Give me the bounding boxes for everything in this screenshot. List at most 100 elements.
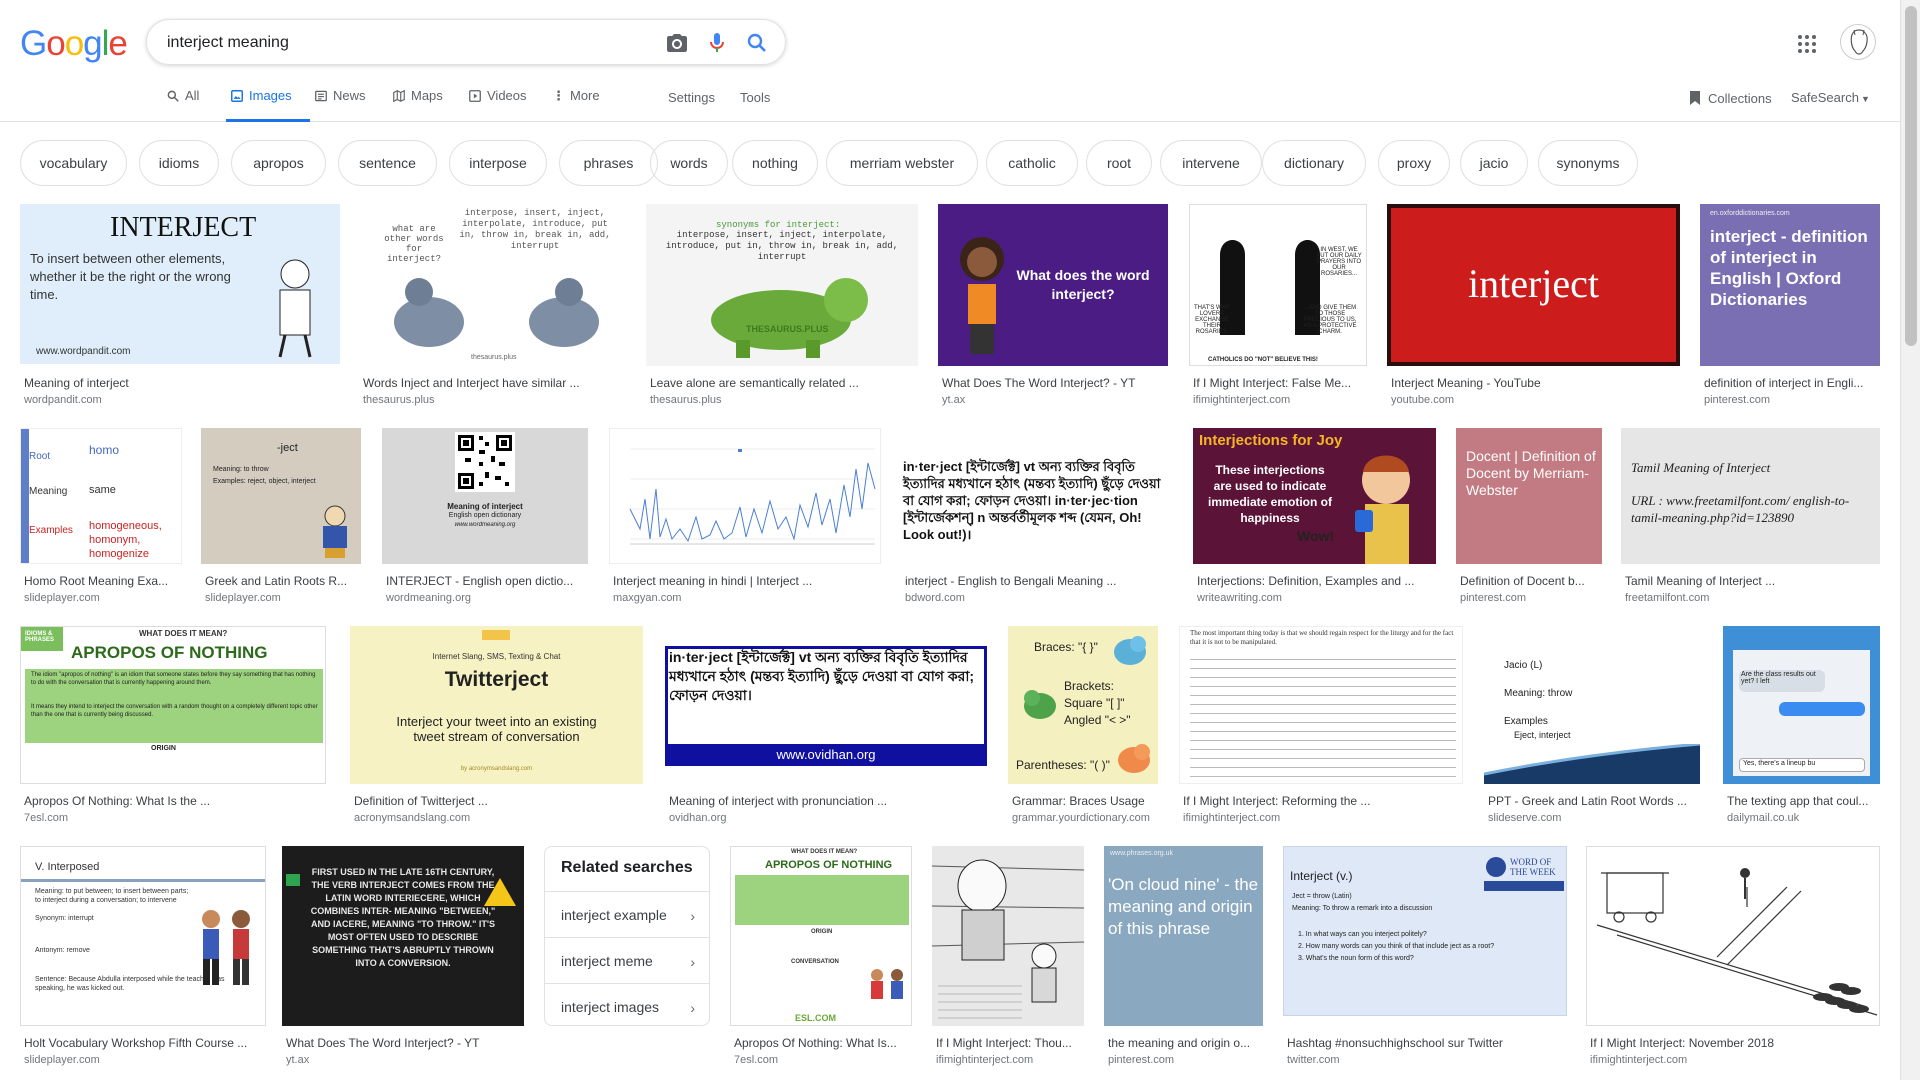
result-thumbnail: synonyms for interject: interpose, inser… [646,204,918,366]
result-thumbnail: -ject Meaning: to throw Examples: reject… [201,428,361,564]
related-search-item[interactable]: interject meme › [545,937,709,983]
result-source: wordmeaning.org [386,592,471,604]
search-icon[interactable] [745,31,769,55]
result-caption[interactable]: If I Might Interject: November 2018 [1590,1036,1880,1050]
apps-grid-icon[interactable] [1795,32,1819,56]
safesearch-label: SafeSearch [1791,90,1859,105]
search-box[interactable] [146,19,786,65]
result-caption[interactable]: Definition of Twitterject ... [354,794,643,808]
result-thumbnail: Interjections for Joy These interjection… [1193,428,1436,564]
result-caption[interactable]: Grammar: Braces Usage [1012,794,1158,808]
result-caption[interactable]: Holt Vocabulary Workshop Fifth Course ..… [24,1036,266,1050]
chip[interactable]: jacio [1460,140,1528,186]
result-thumbnail: WHAT DOES IT MEAN? APROPOS OF NOTHING OR… [730,846,912,1026]
tab-label: Maps [411,88,443,103]
result-caption[interactable]: Greek and Latin Roots R... [205,574,361,588]
result-caption[interactable]: Tamil Meaning of Interject ... [1625,574,1880,588]
result-thumbnail: Internet Slang, SMS, Texting & Chat Twit… [350,626,643,784]
chip[interactable]: sentence [338,140,437,186]
chip[interactable]: apropos [231,140,326,186]
chip[interactable]: words [650,140,728,186]
chip[interactable]: synonyms [1538,140,1638,186]
result-caption[interactable]: What Does The Word Interject? - YT [286,1036,524,1050]
result-caption[interactable]: If I Might Interject: Reforming the ... [1183,794,1463,808]
result-caption[interactable]: Leave alone are semantically related ... [650,376,918,390]
result-source: 7esl.com [734,1054,779,1066]
chip[interactable]: merriam webster [826,140,978,186]
result-source: slideplayer.com [205,592,281,604]
scrollbar-thumb[interactable] [1905,6,1917,346]
result-caption[interactable]: Interject meaning in hindi | Interject .… [613,574,881,588]
video-icon [469,90,481,102]
chip[interactable]: idioms [139,140,219,186]
tab-maps[interactable]: Maps [392,88,443,122]
result-caption[interactable]: Interject Meaning - YouTube [1391,376,1680,390]
result-caption[interactable]: Words Inject and Interject have similar … [363,376,625,390]
result-caption[interactable]: The texting app that coul... [1727,794,1880,808]
result-caption[interactable]: the meaning and origin o... [1108,1036,1263,1050]
result-caption[interactable]: Apropos Of Nothing: What Is... [734,1036,912,1050]
result-source: slideserve.com [1488,812,1562,824]
result-caption[interactable]: interject - English to Bengali Meaning .… [905,574,1173,588]
tab-label: Images [249,88,292,103]
result-caption[interactable]: Meaning of interject [24,376,340,390]
tab-videos[interactable]: Videos [468,88,527,122]
tab-news[interactable]: News [314,88,366,122]
result-source: ifimightinterject.com [1590,1054,1688,1066]
result-thumbnail: What does the word interject? [938,204,1168,366]
tab-label: News [333,88,366,103]
result-caption[interactable]: Meaning of interject with pronunciation … [669,794,987,808]
result-source: slideplayer.com [24,1054,100,1066]
result-caption[interactable]: Definition of Docent b... [1460,574,1602,588]
google-logo[interactable]: Google [20,24,128,64]
result-caption[interactable]: Interjections: Definition, Examples and … [1197,574,1436,588]
chip[interactable]: interpose [449,140,547,186]
map-icon [393,89,405,103]
tools-link[interactable]: Tools [740,90,770,105]
related-search-label: interject example [561,906,667,923]
result-caption[interactable]: If I Might Interject: Thou... [936,1036,1084,1050]
result-caption[interactable]: definition of interject in Engli... [1704,376,1880,390]
tab-more[interactable]: ⋮ More [552,88,600,122]
image-icon [231,90,243,102]
result-source: pinterest.com [1108,1054,1175,1066]
tab-images[interactable]: Images [226,88,310,122]
chip[interactable]: nothing [732,140,818,186]
result-thumbnail: Docent | Definition of Docent by Merriam… [1456,428,1602,564]
chip[interactable]: vocabulary [20,140,127,186]
result-caption[interactable]: Apropos Of Nothing: What Is the ... [24,794,326,808]
result-thumbnail: interject [1387,204,1680,366]
result-caption[interactable]: Homo Root Meaning Exa... [24,574,182,588]
result-caption[interactable]: If I Might Interject: False Me... [1193,376,1367,390]
related-search-item[interactable]: interject example › [545,891,709,937]
related-search-item[interactable]: interject images › [545,983,709,1029]
result-source: freetamilfont.com [1625,592,1710,604]
page-scrollbar[interactable] [1900,0,1920,1080]
safesearch-dropdown[interactable]: SafeSearch ▼ [1791,90,1870,105]
result-caption[interactable]: INTERJECT - English open dictio... [386,574,588,588]
search-input[interactable] [167,32,627,54]
settings-link[interactable]: Settings [668,90,715,105]
camera-icon[interactable] [665,31,689,55]
chip[interactable]: root [1086,140,1152,186]
result-caption[interactable]: What Does The Word Interject? - YT [942,376,1168,390]
result-source: pinterest.com [1704,394,1771,406]
chevron-right-icon: › [690,908,695,924]
chip[interactable]: proxy [1378,140,1450,186]
chip[interactable]: dictionary [1262,140,1366,186]
related-search-label: interject meme [561,952,653,969]
chip[interactable]: phrases [559,140,658,186]
news-icon [315,90,327,102]
result-source: acronymsandslang.com [354,812,471,824]
collections-button[interactable]: Collections [1688,90,1772,106]
result-caption[interactable]: Hashtag #nonsuchhighschool sur Twitter [1287,1036,1567,1050]
tab-label: All [185,88,200,103]
microphone-icon[interactable] [705,31,729,55]
result-source: thesaurus.plus [650,394,722,406]
account-avatar[interactable] [1840,24,1876,60]
tab-all[interactable]: All [166,88,199,122]
chip[interactable]: catholic [986,140,1078,186]
result-caption[interactable]: PPT - Greek and Latin Root Words ... [1488,794,1700,808]
chip[interactable]: intervene [1160,140,1262,186]
result-source: yt.ax [942,394,966,406]
